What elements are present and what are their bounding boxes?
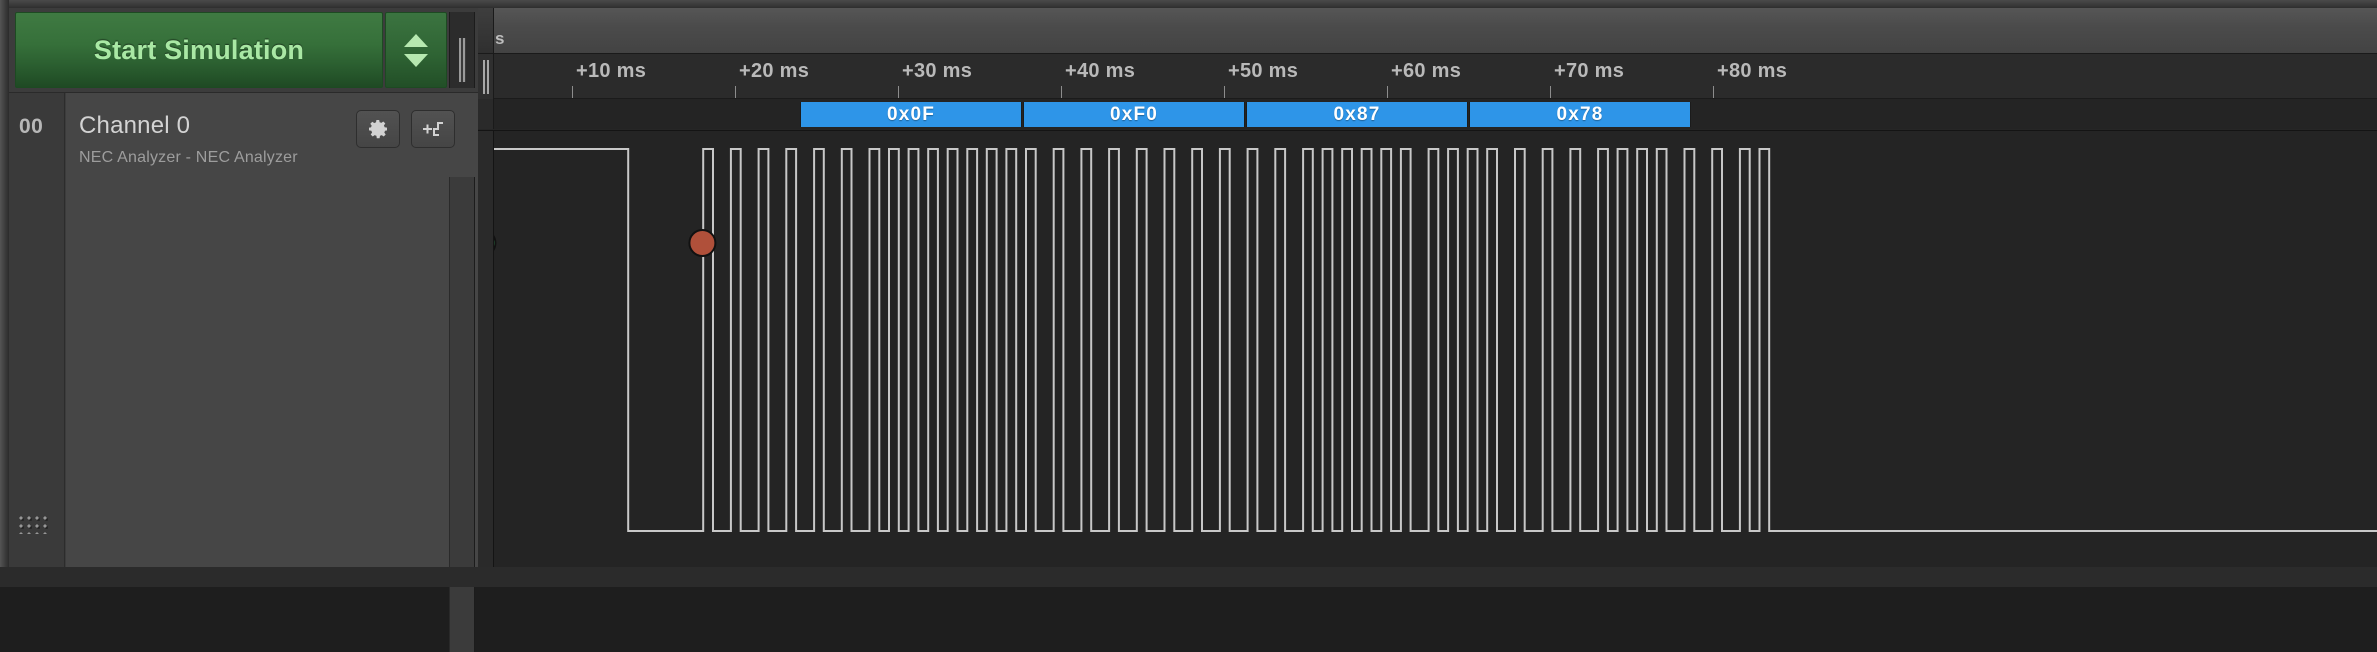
waveform-graph-area: s +10 ms +20 ms +30 ms +40 ms +50 ms +60 ms +7… [478, 8, 2377, 567]
ruler-tick-label: +60 ms [1391, 60, 1462, 82]
start-simulation-button[interactable]: Start Simulation [15, 12, 383, 88]
ruler-tick-mark [1061, 86, 1062, 98]
channel-index-column[interactable]: 00 [9, 93, 65, 568]
channel-body: Channel 0 NEC Analyzer - NEC Analyzer [66, 93, 478, 568]
ruler-tick-mark [1224, 86, 1225, 98]
waveform-svg [494, 148, 2377, 532]
channel-index-label: 00 [19, 115, 44, 138]
timeline-ruler[interactable]: +10 ms +20 ms +30 ms +40 ms +50 ms +60 ms +70 … [494, 54, 2377, 99]
ruler-tick-mark [1550, 86, 1551, 98]
ruler-tick-label: +20 ms [739, 60, 810, 82]
ruler-tick-label: +40 ms [1065, 60, 1136, 82]
ruler-tick-mark [898, 86, 899, 98]
gear-icon [369, 120, 388, 139]
ruler-tick-mark [735, 86, 736, 98]
ruler-tick-label: +50 ms [1228, 60, 1299, 82]
ruler-tick-mark [1713, 86, 1714, 98]
analyzer-result-label: 0x78 [1556, 103, 1604, 125]
channel-analyzer-label: NEC Analyzer - NEC Analyzer [79, 149, 298, 166]
analyzer-result-block[interactable]: 0x78 [1469, 102, 1691, 127]
timeline-header[interactable]: s [478, 8, 2377, 54]
time-unit-label: s [495, 29, 505, 48]
analyzer-result-label: 0x0F [886, 103, 936, 125]
left-panel: Start Simulation 00 Channel 0 NEC Analyz… [9, 8, 478, 652]
channel-row: 00 Channel 0 NEC Analyzer - NEC Analyzer [9, 92, 478, 652]
window-bottom-frame [0, 567, 2377, 587]
ruler-tick-label: +70 ms [1554, 60, 1625, 82]
simulation-device-spinner[interactable] [385, 12, 447, 88]
analyzer-result-block[interactable]: 0xF0 [1023, 102, 1245, 127]
analyzer-result-block[interactable]: 0x0F [800, 102, 1022, 127]
channel-name-label: Channel 0 [79, 112, 191, 139]
add-analyzer-button[interactable] [411, 110, 455, 148]
panel-resize-grip[interactable] [449, 12, 475, 88]
ruler-grip-icon [483, 60, 489, 94]
timeline-header-left-cap [478, 8, 494, 53]
add-measurement-icon [423, 122, 443, 136]
ruler-tick-label: +80 ms [1717, 60, 1788, 82]
logic-analyzer-window: Start Simulation 00 Channel 0 NEC Analyz… [0, 0, 2377, 652]
ruler-tick-label: +30 ms [902, 60, 973, 82]
analyzer-result-label: 0x87 [1333, 103, 1381, 125]
analyzer-result-label: 0xF0 [1109, 103, 1159, 125]
waveform-pane[interactable] [478, 130, 2377, 567]
start-marker[interactable] [494, 230, 497, 256]
waveform-left-gutter [478, 131, 494, 567]
channel-settings-button[interactable] [356, 110, 400, 148]
start-simulation-row: Start Simulation [9, 12, 478, 88]
ruler-tick-mark [1387, 86, 1388, 98]
ruler-left-cap[interactable] [478, 54, 494, 99]
analyzer-results-band: 0x0F 0xF0 0x87 0x78 [494, 99, 2377, 129]
grip-bars-icon [459, 38, 466, 82]
window-top-frame [0, 0, 2377, 8]
analyzer-result-block[interactable]: 0x87 [1246, 102, 1468, 127]
ruler-tick-mark [572, 86, 573, 98]
start-simulation-label: Start Simulation [93, 34, 305, 65]
ruler-tick-label: +10 ms [576, 60, 647, 82]
channel-drag-handle-icon[interactable] [19, 516, 51, 534]
results-band-left-cap [478, 99, 494, 129]
window-left-frame [0, 0, 9, 587]
spinner-down-arrow-icon[interactable] [404, 53, 428, 67]
spinner-up-arrow-icon[interactable] [404, 33, 428, 47]
end-marker[interactable] [688, 229, 717, 257]
channel-0-waveform-trace [494, 148, 2377, 532]
